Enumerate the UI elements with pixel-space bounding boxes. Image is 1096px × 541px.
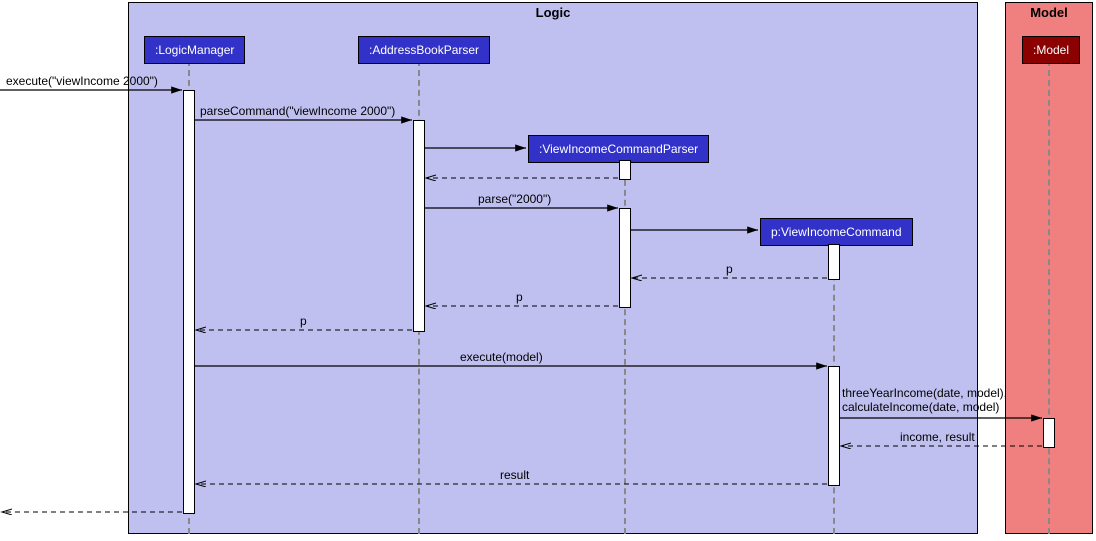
activation-model [1043,418,1055,448]
activation-viewincome-command-1 [828,244,840,280]
msg-execute-viewincome: execute("viewIncome 2000") [6,74,158,88]
msg-execute-model: execute(model) [460,350,543,364]
lifeline-model [1048,60,1050,534]
participant-model: :Model [1022,36,1080,64]
activation-addressbook-parser [413,120,425,332]
model-frame-title: Model [1022,3,1076,22]
participant-viewincome-command: p:ViewIncomeCommand [760,218,913,246]
activation-logic-manager [183,90,195,514]
msg-return-p-2: p [516,290,523,304]
msg-income-result: income, result [900,430,975,444]
activation-viewincome-command-2 [828,366,840,486]
msg-return-p-3: p [300,314,307,328]
activation-viewincome-parser-2 [619,208,631,308]
activation-viewincome-parser-1 [619,160,631,180]
logic-frame-title: Logic [528,3,579,22]
msg-result: result [500,468,529,482]
msg-parse-2000: parse("2000") [478,192,551,206]
logic-frame: Logic [128,2,978,534]
msg-threeyear-calc: threeYearIncome(date, model), calculateI… [842,386,1012,414]
participant-viewincome-parser: :ViewIncomeCommandParser [528,135,709,163]
msg-parsecommand: parseCommand("viewIncome 2000") [200,104,395,118]
msg-return-p-1: p [726,262,733,276]
participant-addressbook-parser: :AddressBookParser [358,36,490,64]
participant-logic-manager: :LogicManager [144,36,245,64]
